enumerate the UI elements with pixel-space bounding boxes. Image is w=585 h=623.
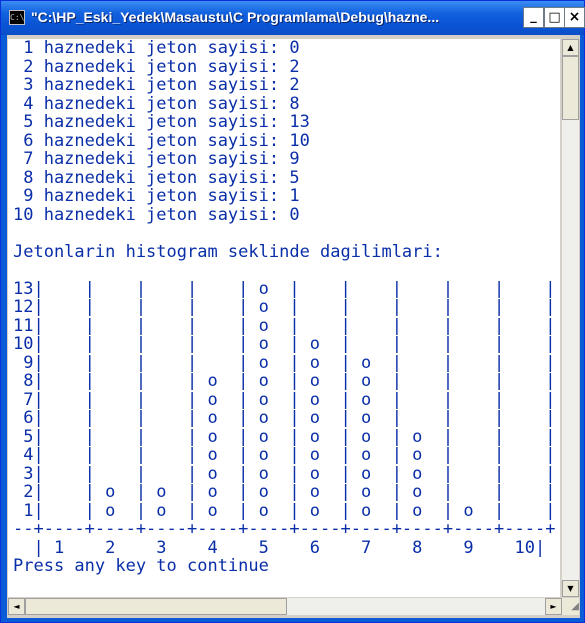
scroll-right-icon[interactable]: ► (545, 598, 562, 615)
console-window: C:\ "C:\HP_Eski_Yedek\Masaustu\C Program… (0, 0, 585, 623)
title-bar[interactable]: C:\ "C:\HP_Eski_Yedek\Masaustu\C Program… (1, 1, 585, 35)
scroll-down-icon[interactable]: ▼ (562, 580, 579, 597)
minimize-button[interactable]: _ (523, 7, 544, 28)
resize-grip-icon[interactable]: ◢ (562, 598, 579, 615)
vertical-scrollbar[interactable]: ▲ ▼ (562, 39, 579, 597)
console-app-icon[interactable]: C:\ (9, 10, 25, 25)
vertical-scroll-thumb[interactable] (562, 56, 579, 120)
scroll-left-icon[interactable]: ◄ (8, 598, 25, 615)
console-client-area: 1 haznedeki jeton sayisi: 0 2 haznedeki … (7, 35, 580, 618)
maximize-button[interactable]: □ (544, 7, 565, 28)
console-output-text: 1 haznedeki jeton sayisi: 0 2 haznedeki … (13, 39, 556, 576)
horizontal-scroll-thumb[interactable] (25, 598, 287, 615)
scroll-up-icon[interactable]: ▲ (562, 39, 579, 56)
console-output-area[interactable]: 1 haznedeki jeton sayisi: 0 2 haznedeki … (8, 39, 560, 597)
close-button[interactable]: × (564, 7, 585, 28)
horizontal-scrollbar[interactable]: ◄ ► (8, 598, 562, 615)
window-title: "C:\HP_Eski_Yedek\Masaustu\C Programlama… (31, 9, 440, 25)
